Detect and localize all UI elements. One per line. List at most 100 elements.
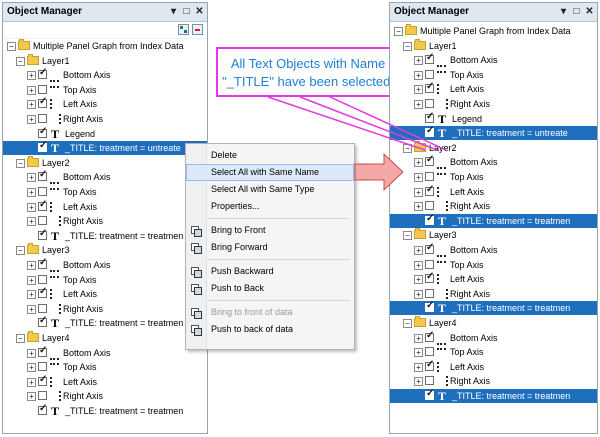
tree-layer-4[interactable]: − Layer4 bbox=[3, 331, 207, 345]
tree-axis-item[interactable]: + Bottom Axis bbox=[390, 242, 597, 257]
expand-icon[interactable]: + bbox=[27, 217, 36, 227]
visibility-checkbox[interactable] bbox=[38, 187, 47, 196]
tree-axis-item[interactable]: + Left Axis bbox=[390, 271, 597, 286]
visibility-checkbox[interactable] bbox=[38, 169, 47, 182]
tree-text-object[interactable]: T _TITLE: treatment = treatmen bbox=[390, 388, 597, 403]
tree-layer-3[interactable]: − Layer3 bbox=[390, 228, 597, 242]
expand-icon[interactable]: + bbox=[27, 188, 36, 197]
expand-icon[interactable]: + bbox=[414, 362, 423, 372]
collapse-icon[interactable]: − bbox=[7, 42, 16, 51]
expand-icon[interactable]: + bbox=[414, 158, 423, 168]
collapse-icon[interactable]: − bbox=[16, 56, 25, 66]
visibility-checkbox[interactable] bbox=[38, 391, 47, 401]
visibility-checkbox[interactable] bbox=[38, 199, 47, 211]
visibility-checkbox[interactable] bbox=[425, 300, 434, 313]
tree-text-object[interactable]: T Legend bbox=[3, 126, 207, 141]
menu-item-bring-to-front[interactable]: Bring to Front bbox=[186, 222, 354, 239]
tree-layer-2[interactable]: − Layer2 bbox=[390, 140, 597, 155]
expand-icon[interactable]: + bbox=[414, 70, 423, 80]
tree-text-object[interactable]: T _TITLE: treatment = treatmen bbox=[3, 315, 207, 330]
tree-axis-item[interactable]: + Top Axis bbox=[390, 345, 597, 359]
tree-text-object[interactable]: T _TITLE: treatment = untreate bbox=[3, 140, 207, 156]
visibility-checkbox[interactable] bbox=[38, 96, 47, 109]
tree-axis-item[interactable]: + Bottom Axis bbox=[3, 345, 207, 360]
visibility-checkbox[interactable] bbox=[425, 376, 434, 386]
collapse-icon[interactable]: − bbox=[403, 41, 412, 51]
tree-axis-item[interactable]: + Right Axis bbox=[3, 214, 207, 228]
visibility-checkbox[interactable] bbox=[38, 403, 47, 415]
menu-item-push-to-back[interactable]: Push to Back bbox=[186, 280, 354, 297]
expand-icon[interactable]: + bbox=[414, 100, 423, 109]
tree-axis-item[interactable]: + Bottom Axis bbox=[390, 330, 597, 345]
expand-icon[interactable]: + bbox=[414, 85, 423, 95]
tree-axis-item[interactable]: + Top Axis bbox=[390, 68, 597, 82]
expand-icon[interactable]: + bbox=[27, 348, 36, 358]
visibility-checkbox[interactable] bbox=[38, 286, 47, 299]
tree-axis-item[interactable]: + Top Axis bbox=[3, 273, 207, 287]
visibility-checkbox[interactable] bbox=[425, 69, 434, 79]
tree-layer-1[interactable]: − Layer1 bbox=[3, 53, 207, 68]
expand-icon[interactable]: + bbox=[414, 377, 423, 387]
collapse-icon[interactable]: − bbox=[16, 246, 25, 256]
tree-layer-4[interactable]: − Layer4 bbox=[390, 316, 597, 330]
expand-icon[interactable]: + bbox=[27, 115, 36, 124]
close-icon[interactable]: ✕ bbox=[194, 6, 205, 18]
visibility-checkbox[interactable] bbox=[425, 259, 434, 269]
expand-icon[interactable]: + bbox=[414, 348, 423, 358]
expand-icon[interactable]: + bbox=[414, 275, 423, 285]
visibility-checkbox[interactable] bbox=[38, 362, 47, 372]
expand-icon[interactable]: + bbox=[27, 304, 36, 314]
tree-axis-item[interactable]: + Bottom Axis bbox=[390, 52, 597, 68]
visibility-checkbox[interactable] bbox=[38, 84, 47, 94]
visibility-checkbox[interactable] bbox=[38, 140, 47, 153]
tree-text-object[interactable]: T Legend bbox=[390, 111, 597, 126]
expand-icon[interactable]: + bbox=[27, 275, 36, 285]
visibility-checkbox[interactable] bbox=[425, 111, 434, 123]
expand-icon[interactable]: + bbox=[27, 71, 36, 81]
expand-icon[interactable]: + bbox=[27, 290, 36, 300]
menu-item-push-backward[interactable]: Push Backward bbox=[186, 263, 354, 280]
visibility-checkbox[interactable] bbox=[425, 52, 434, 65]
expand-icon[interactable]: + bbox=[27, 85, 36, 95]
tree-axis-item[interactable]: + Left Axis bbox=[390, 359, 597, 374]
visibility-checkbox[interactable] bbox=[38, 303, 47, 313]
expand-icon[interactable]: + bbox=[414, 173, 423, 182]
visibility-checkbox[interactable] bbox=[425, 213, 434, 225]
collapse-icon[interactable]: − bbox=[403, 143, 412, 153]
collapse-icon[interactable]: − bbox=[16, 158, 25, 168]
filter-icon[interactable] bbox=[192, 24, 203, 35]
visibility-checkbox[interactable] bbox=[38, 228, 47, 240]
visibility-checkbox[interactable] bbox=[425, 359, 434, 371]
tree-root-graph[interactable]: − Multiple Panel Graph from Index Data bbox=[390, 24, 597, 38]
visibility-checkbox[interactable] bbox=[425, 242, 434, 254]
collapse-icon[interactable]: − bbox=[403, 319, 412, 328]
visibility-checkbox[interactable] bbox=[425, 81, 434, 94]
tree-text-object[interactable]: T _TITLE: treatment = untreate bbox=[390, 125, 597, 141]
maximize-icon[interactable]: □ bbox=[181, 6, 192, 18]
dropdown-icon[interactable]: ▾ bbox=[558, 6, 569, 18]
tree-axis-item[interactable]: + Bottom Axis bbox=[390, 154, 597, 170]
expand-icon[interactable]: + bbox=[414, 260, 423, 270]
tree-axis-item[interactable]: + Left Axis bbox=[390, 184, 597, 199]
visibility-checkbox[interactable] bbox=[38, 67, 47, 80]
visibility-checkbox[interactable] bbox=[425, 330, 434, 342]
tree-axis-item[interactable]: + Top Axis bbox=[3, 360, 207, 374]
expand-icon[interactable]: + bbox=[414, 56, 423, 66]
expand-icon[interactable]: + bbox=[27, 173, 36, 183]
visibility-checkbox[interactable] bbox=[38, 315, 47, 328]
visibility-checkbox[interactable] bbox=[425, 99, 434, 108]
visibility-checkbox[interactable] bbox=[38, 345, 47, 357]
sort-icon[interactable] bbox=[178, 24, 189, 35]
visibility-checkbox[interactable] bbox=[425, 125, 434, 138]
tree-axis-item[interactable]: + Right Axis bbox=[3, 302, 207, 316]
visibility-checkbox[interactable] bbox=[425, 172, 434, 181]
expand-icon[interactable]: + bbox=[414, 187, 423, 197]
menu-item-delete[interactable]: Delete bbox=[186, 147, 354, 164]
visibility-checkbox[interactable] bbox=[38, 374, 47, 386]
tree-axis-item[interactable]: + Right Axis bbox=[3, 112, 207, 126]
visibility-checkbox[interactable] bbox=[425, 347, 434, 357]
menu-item-push-to-back-of-data[interactable]: Push to back of data bbox=[186, 321, 354, 338]
visibility-checkbox[interactable] bbox=[38, 274, 47, 284]
tree-layer-1[interactable]: − Layer1 bbox=[390, 38, 597, 53]
tree-root-graph[interactable]: − Multiple Panel Graph from Index Data bbox=[3, 39, 207, 53]
